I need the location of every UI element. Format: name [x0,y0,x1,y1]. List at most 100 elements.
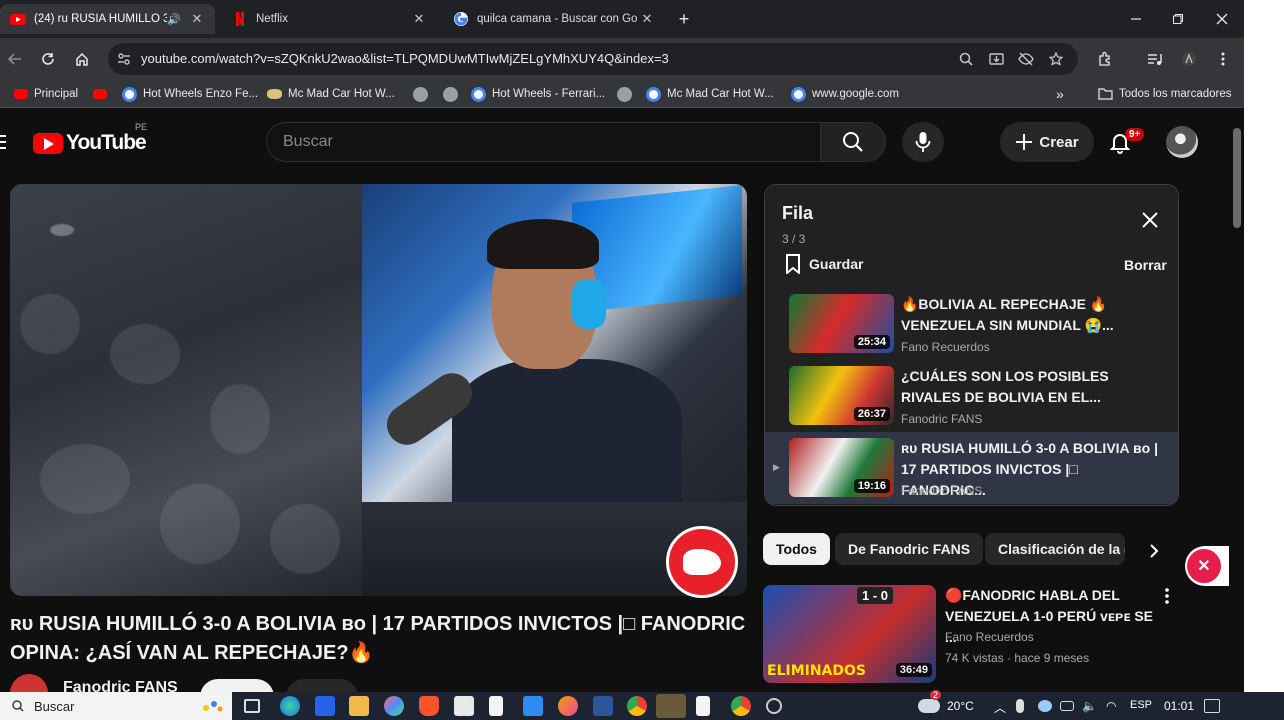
close-tab-icon[interactable]: ✕ [411,11,427,27]
bookmark-mc-mad-car-2[interactable]: Mc Mad Car Hot W... [646,85,774,103]
search-button[interactable] [820,122,886,162]
chip-from-channel[interactable]: De Fanodric FANS [835,533,984,565]
home-icon[interactable] [69,46,95,72]
close-tab-icon[interactable]: ✕ [639,11,655,27]
media-control-icon[interactable] [1142,46,1168,72]
microphone-tray-icon[interactable] [1016,699,1024,713]
reload-icon[interactable] [35,46,61,72]
bookmark-label: www.google.com [812,88,899,100]
hamburger-menu-icon[interactable] [0,134,6,150]
battery-icon[interactable] [1060,701,1074,711]
new-tab-icon[interactable]: + [664,6,704,32]
address-bar[interactable]: youtube.com/watch?v=sZQKnkU2wao&list=TLP… [108,43,1078,75]
bookmark-hot-wheels-ferrari[interactable]: Hot Wheels - Ferrari... [471,85,605,103]
chevron-up-icon[interactable]: ︿ [994,699,1006,716]
tab-title: (24) ru RUSIA HUMILLÓ 3-0 [34,13,168,25]
settings-icon[interactable] [766,698,782,714]
site-info-icon[interactable] [114,49,134,69]
bookmark-mc-mad-car-1[interactable]: Mc Mad Car Hot W... [267,85,395,103]
weather-icon[interactable] [918,699,940,713]
profile-icon[interactable] [1176,46,1202,72]
page-scrollbar[interactable] [1230,112,1244,690]
bookmark-hot-wheels-enzo[interactable]: Hot Wheels Enzo Fe... [122,85,258,103]
save-queue-button[interactable]: Guardar [785,254,863,274]
bookmark-google[interactable]: www.google.com [791,85,899,103]
temperature[interactable]: 20°C [947,699,974,713]
extensions-icon[interactable] [1092,46,1118,72]
chrome-icon[interactable] [627,696,647,716]
language-indicator[interactable]: ESP [1130,699,1152,711]
bookmark-globe-1[interactable] [413,85,434,103]
recommended-video-channel[interactable]: Fano Recuerdos [945,630,1034,644]
back-icon[interactable] [2,46,28,72]
minimize-icon[interactable] [1116,6,1156,32]
search-icon [12,700,24,712]
notification-center-icon[interactable] [1204,699,1220,713]
create-button[interactable]: Crear [1000,122,1094,162]
zoom-icon[interactable] [956,49,976,69]
wifi-icon[interactable]: ◠ [1106,699,1116,713]
clear-queue-button[interactable]: Borrar [1124,257,1167,273]
video-player[interactable] [10,184,747,596]
search-input[interactable] [283,133,783,151]
taskbar-search[interactable]: Buscar [0,692,232,720]
close-icon[interactable] [1141,211,1163,233]
store-icon[interactable] [454,696,474,716]
onedrive-icon[interactable] [1038,700,1052,712]
task-view-icon[interactable] [244,699,260,713]
restore-icon[interactable] [1158,6,1198,32]
document-icon[interactable] [696,696,710,716]
queue-item[interactable]: 25:34 🔥BOLIVIA AL REPECHAJE 🔥 VENEZUELA … [765,288,1178,360]
scrollbar-thumb[interactable] [1233,128,1241,228]
queue-item-channel: Fano Recuerdos [901,340,990,354]
app-icon[interactable] [558,696,578,716]
tab-google-search[interactable]: quilca camana - Buscar con Go ✕ [443,4,665,34]
sublime-icon[interactable] [656,694,686,718]
chip-all[interactable]: Todos [763,533,830,565]
eye-off-icon[interactable] [1016,49,1036,69]
account-avatar[interactable] [1166,126,1198,158]
voice-search-button[interactable] [902,122,944,162]
queue-item-current[interactable]: ▶ 19:16 ʀᴜ RUSIA HUMILLÓ 3-0 A BOLIVIA ʙ… [765,432,1178,504]
chrome-profile-icon[interactable] [731,696,751,716]
google-icon [791,86,806,102]
file-explorer-icon[interactable] [349,696,369,716]
bookmarks-overflow-icon[interactable]: » [1056,85,1064,103]
star-icon[interactable] [1046,49,1066,69]
tab-youtube[interactable]: (24) ru RUSIA HUMILLÓ 3-0 🔊 ✕ [0,4,215,34]
notepad-icon[interactable] [489,696,503,716]
brave-icon[interactable] [419,696,439,716]
google-icon [646,86,661,102]
close-window-icon[interactable] [1202,6,1242,32]
chevron-right-icon[interactable] [1140,537,1168,565]
bookmark-youtube[interactable] [93,85,113,103]
edge-icon[interactable] [280,696,300,716]
speaker-icon[interactable]: 🔈 [1082,699,1097,713]
bookmark-globe-2[interactable] [443,85,464,103]
extension-floating-button[interactable]: ✕ [1185,546,1229,586]
bookmark-principal[interactable]: Principal [14,85,78,103]
more-menu-icon[interactable] [1210,46,1236,72]
url-text[interactable]: youtube.com/watch?v=sZQKnkU2wao&list=TLP… [141,51,669,66]
bookmark-globe-3[interactable] [617,85,638,103]
close-tab-icon[interactable]: ✕ [189,11,205,27]
more-actions-icon[interactable] [1165,588,1169,604]
copilot-icon[interactable] [384,696,404,716]
tab-netflix[interactable]: Netflix ✕ [222,4,437,34]
search-icon [842,131,864,153]
search-box[interactable] [266,122,820,162]
google-icon [122,86,137,102]
word-icon[interactable] [593,696,613,716]
outlook-icon[interactable] [315,696,335,716]
chip-related[interactable]: Clasificación de la ( [985,533,1125,565]
queue-item[interactable]: 26:37 ¿CUÁLES SON LOS POSIBLES RIVALES D… [765,360,1178,432]
recommended-video[interactable]: 1 - 0 ELIMINADOS 36:49 🔴FANODRIC HABLA D… [763,585,1183,685]
duration-badge: 36:49 [895,663,932,677]
install-app-icon[interactable] [986,49,1006,69]
speaker-icon[interactable]: 🔊 [167,13,181,26]
vscode-icon[interactable] [523,696,543,716]
all-bookmarks[interactable]: Todos los marcadores [1098,85,1232,103]
youtube-logo[interactable]: YouTube PE [33,122,147,155]
thumbnail-score: 1 - 0 [857,587,894,604]
clock[interactable]: 01:01 [1164,699,1194,713]
